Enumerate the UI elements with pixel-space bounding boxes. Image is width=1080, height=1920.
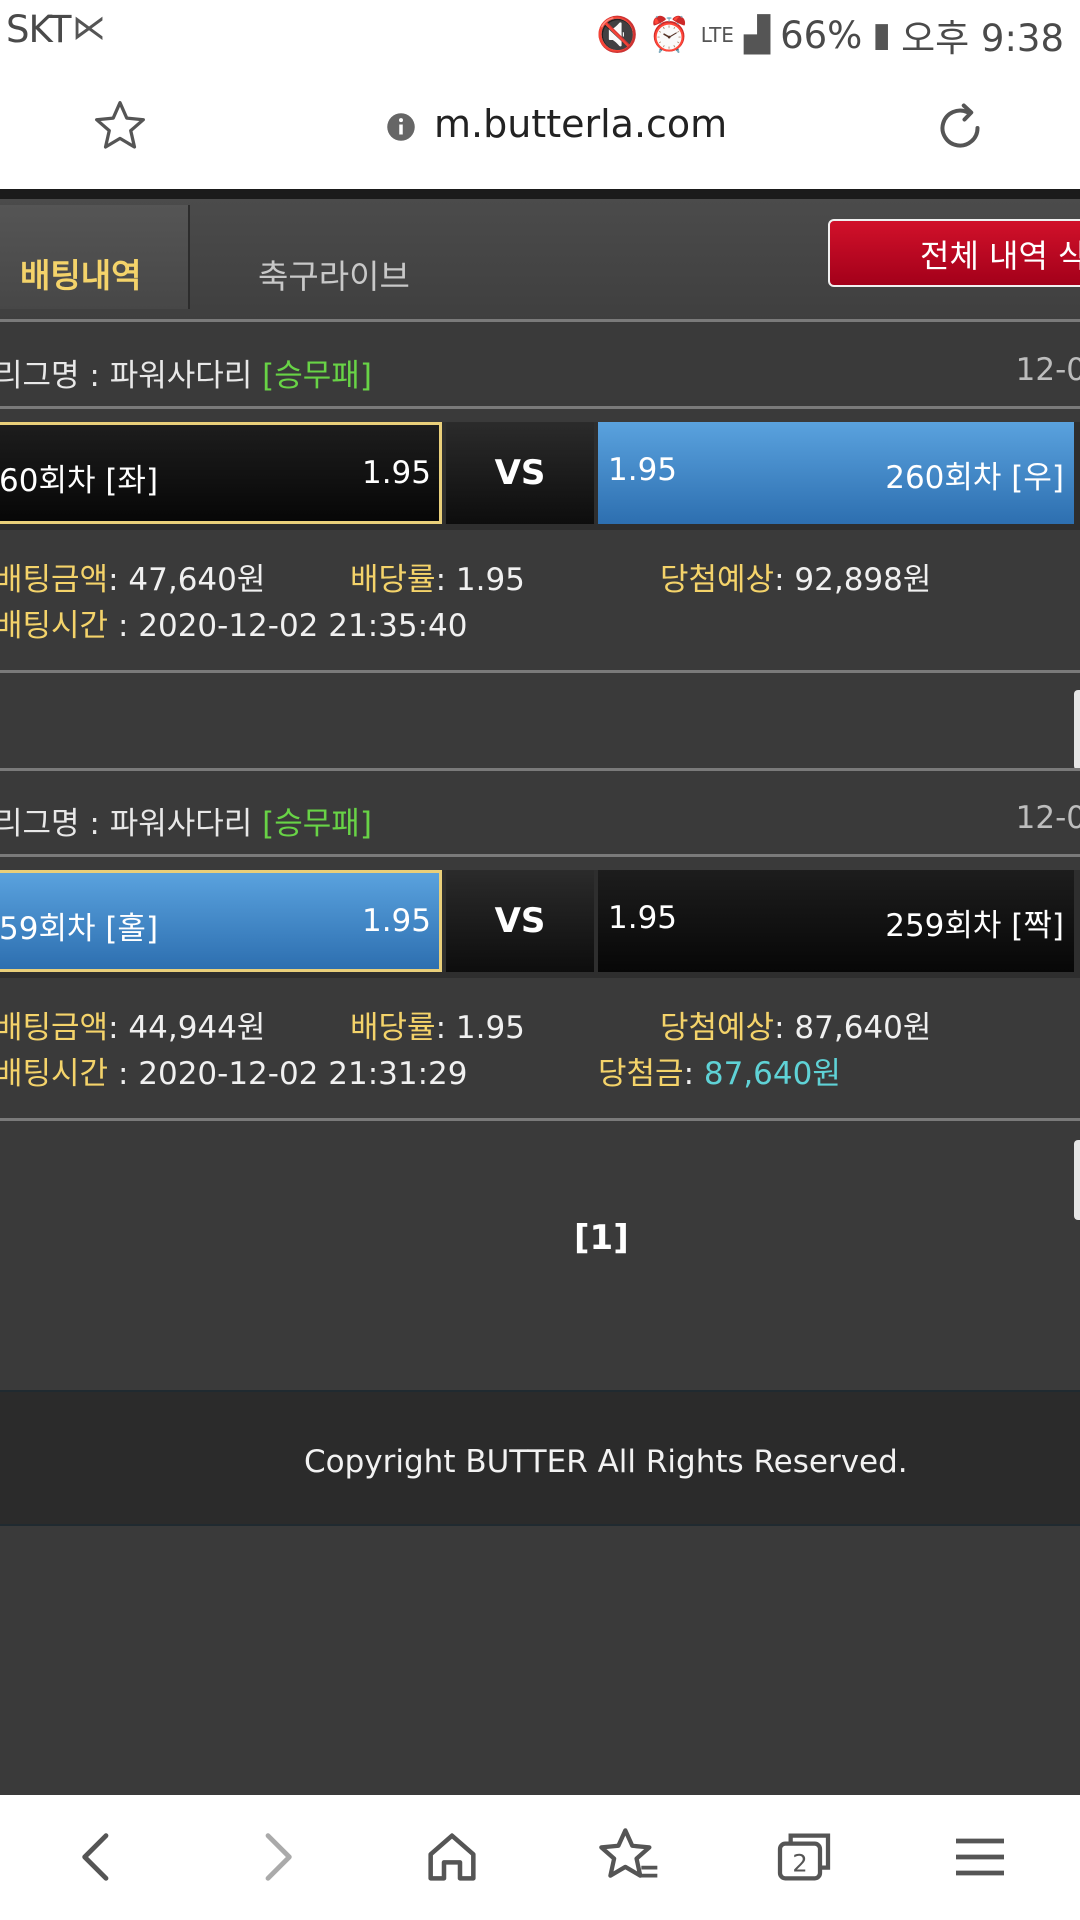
side-handle[interactable] <box>1074 1140 1080 1220</box>
volte-icon: ⋉ <box>72 8 106 48</box>
left-pick-selected[interactable]: 60회차 [좌] 1.95 <box>0 422 442 524</box>
carrier-label: SKT <box>6 8 71 51</box>
status-bar: SKT ⋉ 🔇 ⏰ LTE ▟ 66% ▮ 오후 9:38 <box>0 0 1080 62</box>
rate-value: : 1.95 <box>435 1010 525 1046</box>
info-icon[interactable] <box>386 112 416 142</box>
right-pick-odd: 1.95 <box>608 900 678 936</box>
win-value: 87,640원 <box>703 1056 841 1092</box>
battery-percent: 66% <box>780 13 863 57</box>
amount-label: 배팅금액 <box>0 562 109 598</box>
time-label: 배팅시간 <box>0 1056 109 1092</box>
svg-text:2: 2 <box>792 1850 807 1878</box>
mute-icon: 🔇 <box>596 15 639 55</box>
footer: Copyright BUTTER All Rights Reserved. <box>0 1390 1080 1526</box>
right-pick-name: 259회차 [짝] <box>885 908 1064 944</box>
expect-label: 당첨예상 <box>660 1010 775 1046</box>
bet-details: 배팅금액: 44,944원 배당률: 1.95 당첨예상: 87,640원 배팅… <box>0 996 1080 1146</box>
divider <box>0 319 1080 322</box>
divider <box>0 1118 1080 1121</box>
page-number-current[interactable]: [1] <box>574 1218 629 1258</box>
menu-icon[interactable] <box>948 1825 1012 1889</box>
match-row: 60회차 [좌] 1.95 VS 1.95 260회차 [우] <box>0 422 1080 530</box>
bet-date: 12-0 <box>1015 800 1080 836</box>
url-text[interactable]: m.butterla.com <box>434 102 727 146</box>
vs-label: VS <box>446 422 594 524</box>
league-tag: [승무패] <box>262 806 372 842</box>
browser-url-bar: m.butterla.com <box>0 62 1080 190</box>
tab-betting-history[interactable]: 배팅내역 <box>0 205 190 309</box>
amount-value: : 44,944원 <box>108 1010 266 1046</box>
status-right: 🔇 ⏰ LTE ▟ 66% ▮ 오후 9:38 <box>596 8 1064 62</box>
time-label: 배팅시간 <box>0 608 109 644</box>
league-name: 리그명 : 파워사다리 <box>0 358 263 394</box>
league-name: 리그명 : 파워사다리 <box>0 806 263 842</box>
league-tag: [승무패] <box>262 358 372 394</box>
expect-label: 당첨예상 <box>660 562 775 598</box>
rate-label: 배당률 <box>350 1010 436 1046</box>
side-handle[interactable] <box>1074 690 1080 770</box>
rate-label: 배당률 <box>350 562 436 598</box>
amount-label: 배팅금액 <box>0 1010 109 1046</box>
tabs-icon[interactable]: 2 <box>772 1825 836 1889</box>
battery-icon: ▮ <box>872 15 892 55</box>
tab-soccer-live[interactable]: 축구라이브 <box>258 250 410 298</box>
left-pick-name: 59회차 [홀] <box>0 911 159 947</box>
divider <box>0 406 1080 409</box>
league-header: 리그명 : 파워사다리 [승무패] 12-0 <box>0 328 1080 408</box>
left-pick-odd: 1.95 <box>361 903 431 939</box>
left-pick-selected[interactable]: 59회차 [홀] 1.95 <box>0 870 442 972</box>
browser-bottom-nav: 2 <box>0 1795 1080 1920</box>
time-value: : 2020-12-02 21:35:40 <box>108 608 468 644</box>
bookmarks-icon[interactable] <box>596 1825 660 1889</box>
signal-icon: ▟ <box>743 15 771 55</box>
home-icon[interactable] <box>420 1825 484 1889</box>
alarm-icon: ⏰ <box>648 15 691 55</box>
delete-all-label: 전체 내역 삭 <box>920 237 1080 275</box>
right-pick-name: 260회차 [우] <box>885 460 1064 496</box>
forward-icon[interactable] <box>244 1825 308 1889</box>
divider <box>0 854 1080 857</box>
reload-icon[interactable] <box>930 98 990 158</box>
time-value: : 2020-12-02 21:31:29 <box>108 1056 468 1092</box>
rate-value: : 1.95 <box>435 562 525 598</box>
left-pick-odd: 1.95 <box>361 455 431 491</box>
copyright-text: Copyright BUTTER All Rights Reserved. <box>304 1444 908 1480</box>
bookmark-star-icon[interactable] <box>92 98 148 154</box>
right-pick-odd: 1.95 <box>608 452 678 488</box>
bet-details: 배팅금액: 47,640원 배당률: 1.95 당첨예상: 92,898원 배팅… <box>0 548 1080 698</box>
divider <box>0 189 1080 199</box>
divider <box>0 768 1080 771</box>
left-pick-name: 60회차 [좌] <box>0 463 159 499</box>
back-icon[interactable] <box>66 1825 130 1889</box>
clock: 오후 9:38 <box>901 17 1064 60</box>
expect-value: : 87,640원 <box>774 1010 932 1046</box>
match-row: 59회차 [홀] 1.95 VS 1.95 259회차 [짝] <box>0 870 1080 978</box>
delete-all-button[interactable]: 전체 내역 삭 <box>828 219 1080 287</box>
divider <box>0 670 1080 673</box>
expect-value: : 92,898원 <box>774 562 932 598</box>
amount-value: : 47,640원 <box>108 562 266 598</box>
tab-label: 배팅내역 <box>20 256 142 295</box>
right-pick[interactable]: 1.95 259회차 [짝] <box>598 870 1074 972</box>
vs-label: VS <box>446 870 594 972</box>
league-header: 리그명 : 파워사다리 [승무패] 12-0 <box>0 776 1080 856</box>
win-label: 당첨금 <box>598 1056 684 1092</box>
network-type: LTE <box>700 23 734 47</box>
right-pick[interactable]: 1.95 260회차 [우] <box>598 422 1074 524</box>
bet-date: 12-0 <box>1015 352 1080 388</box>
